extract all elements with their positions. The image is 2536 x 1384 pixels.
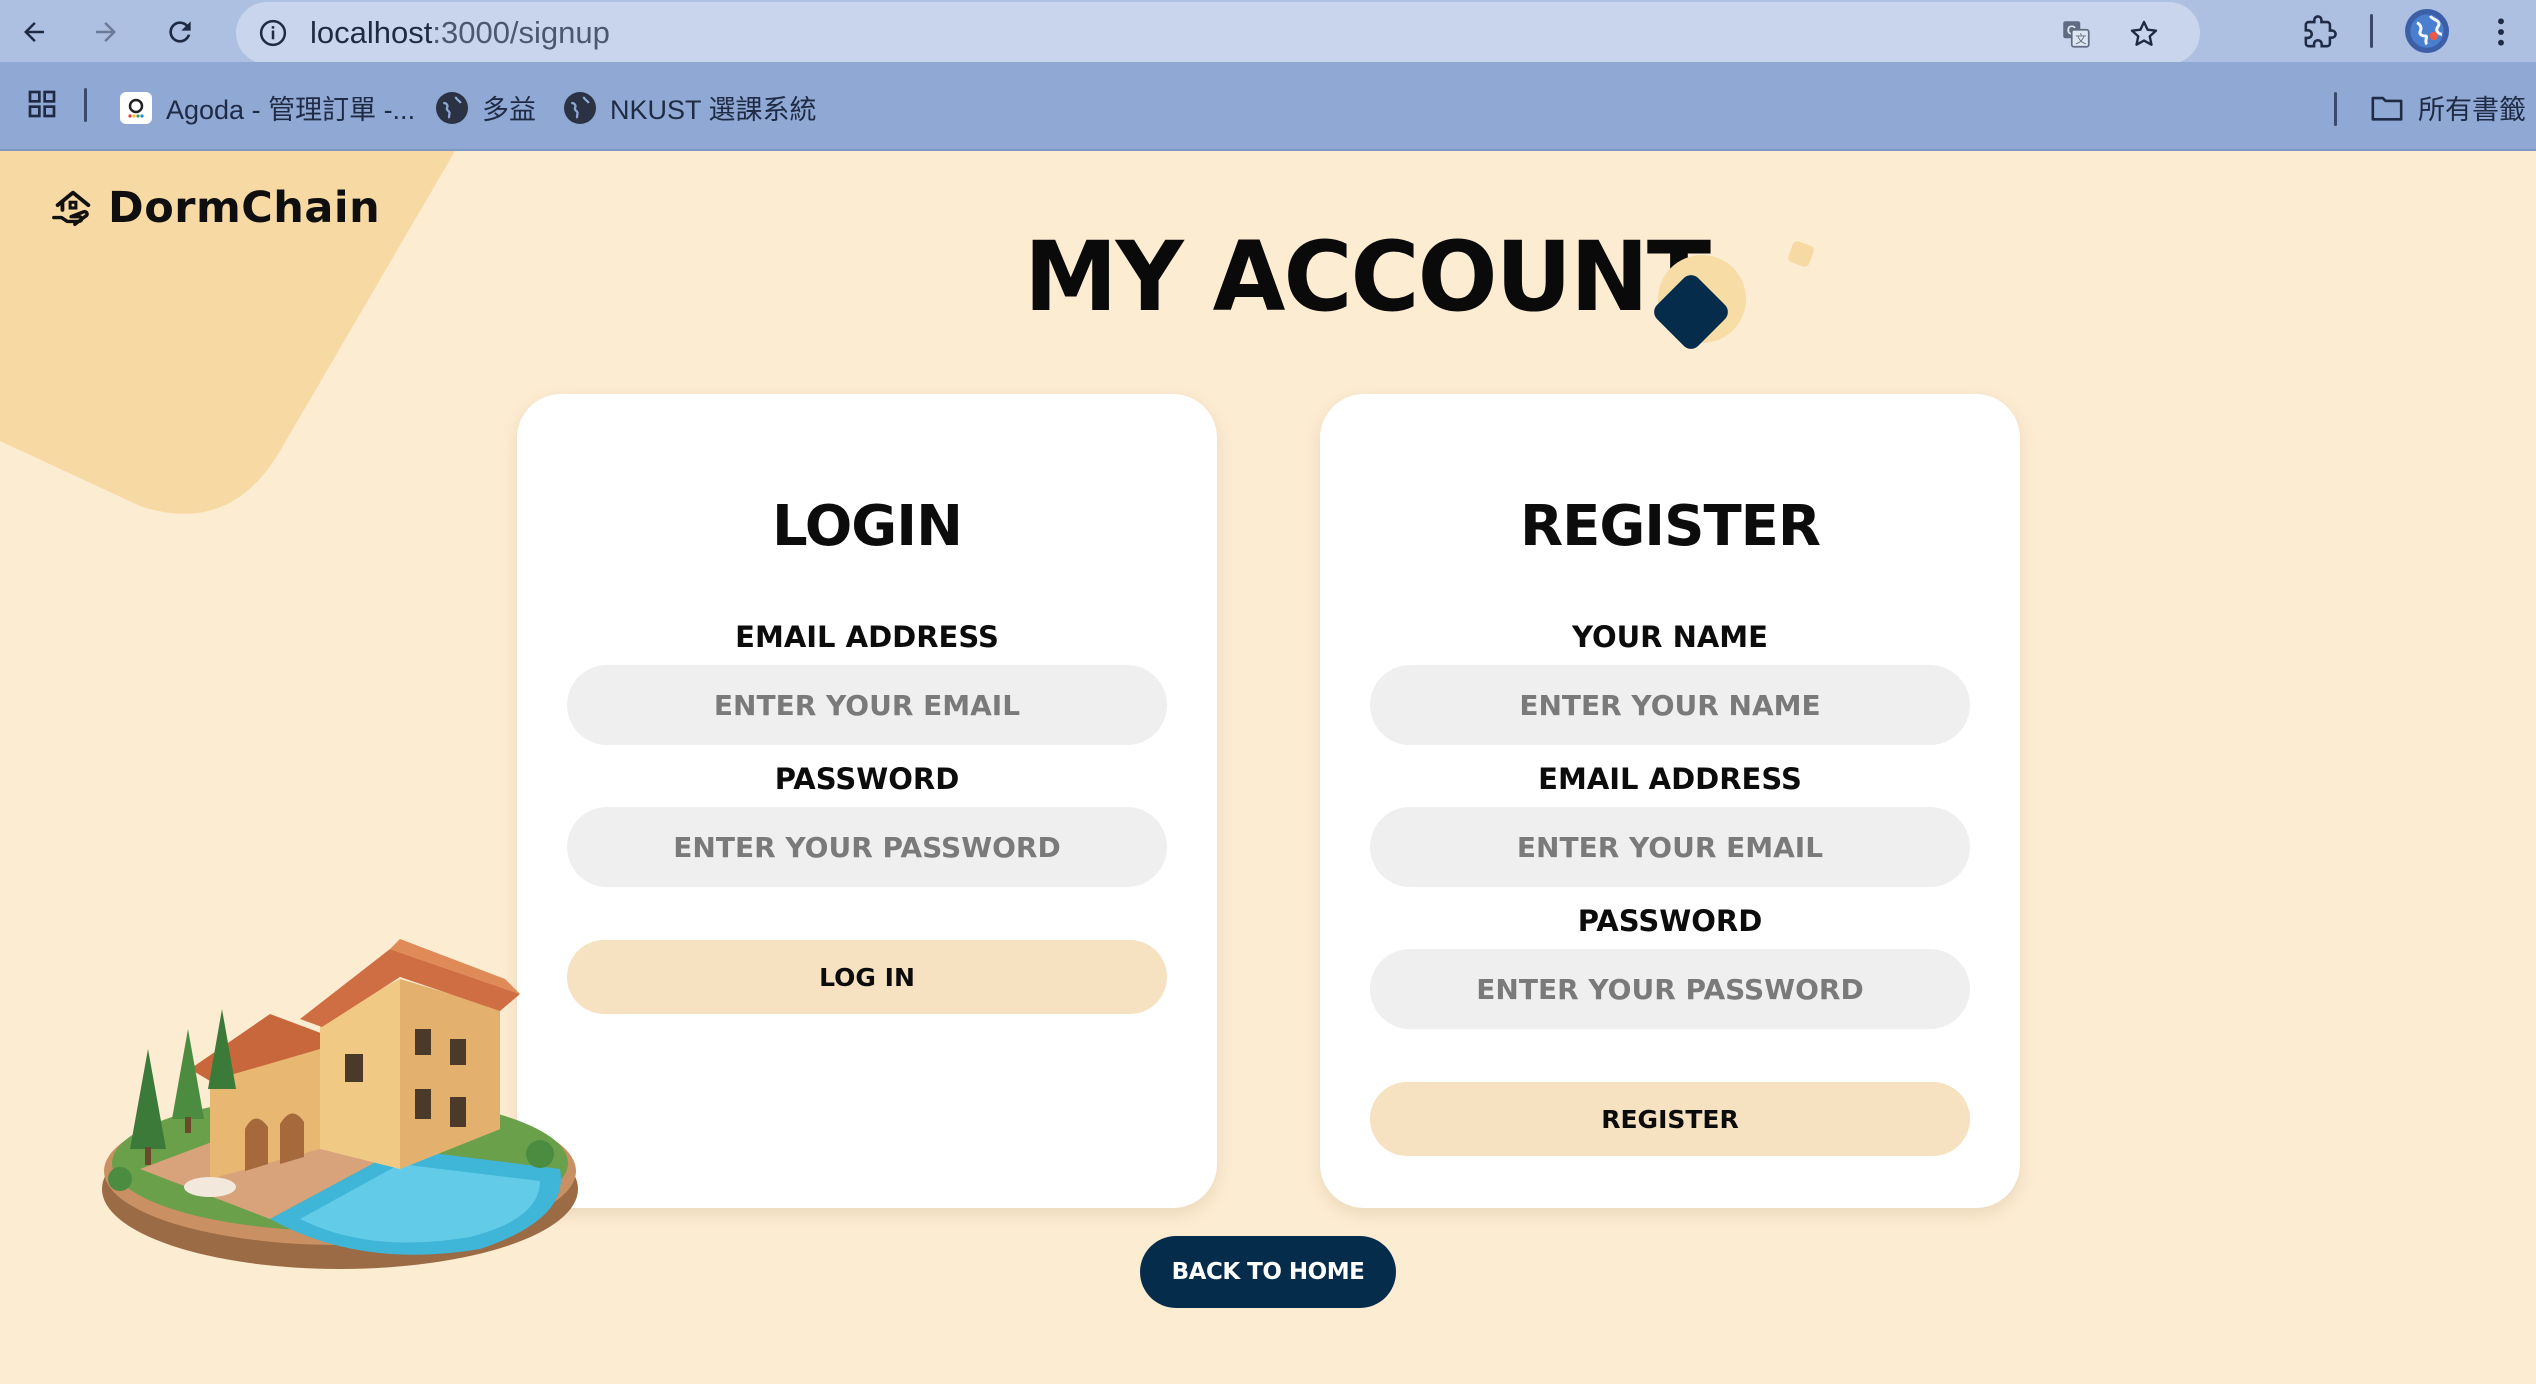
bookmark-agoda[interactable]: Agoda - 管理訂單 -... (120, 88, 415, 127)
register-password-input[interactable] (1370, 949, 1970, 1029)
register-name-label: YOUR NAME (1572, 620, 1768, 654)
register-title: REGISTER (1519, 494, 1821, 559)
menu-kebab-icon[interactable] (2486, 12, 2516, 52)
apps-grid-icon[interactable] (24, 86, 60, 122)
arrow-left-icon (24, 22, 44, 42)
url-path: :3000/signup (432, 15, 610, 50)
globe-icon (564, 91, 596, 124)
all-bookmarks-label: 所有書籤 (2418, 95, 2526, 125)
bookmark-label: Agoda - 管理訂單 -... (166, 95, 416, 125)
toolbar-divider (2370, 14, 2373, 48)
bookmarks-divider-right (2334, 92, 2337, 126)
back-button[interactable] (10, 8, 58, 56)
folder-icon (2370, 93, 2404, 123)
login-email-input[interactable] (567, 665, 1167, 745)
brand-name: DormChain (108, 183, 381, 233)
reload-icon (169, 21, 191, 43)
agoda-favicon-icon (120, 91, 152, 124)
globe-avatar-icon (2410, 14, 2444, 48)
register-name-input[interactable] (1370, 665, 1970, 745)
svg-text:文: 文 (2075, 32, 2086, 46)
login-password-label: PASSWORD (774, 762, 960, 796)
brand-logo[interactable]: DormChain (50, 183, 380, 233)
register-password-label: PASSWORD (1577, 904, 1763, 938)
bookmark-toeic[interactable]: 多益 (436, 88, 536, 127)
register-email-label: EMAIL ADDRESS (1538, 762, 1802, 796)
house-hand-icon (50, 185, 96, 231)
address-bar[interactable]: localhost:3000/signup G文 (236, 2, 2200, 64)
url-text: localhost:3000/signup (310, 15, 610, 51)
browser-toolbar: localhost:3000/signup G文 (0, 0, 2536, 64)
url-host: localhost (310, 15, 433, 50)
all-bookmarks-button[interactable]: 所有書籤 (2370, 88, 2526, 127)
register-email-input[interactable] (1370, 807, 1970, 887)
decorative-shapes (1654, 241, 1814, 349)
register-button[interactable]: REGISTER (1370, 1082, 1970, 1156)
login-title: LOGIN (772, 494, 963, 559)
bookmark-label: 多益 (482, 95, 536, 125)
login-card: LOGIN EMAIL ADDRESS PASSWORD LOG IN (517, 394, 1217, 1208)
register-card: REGISTER YOUR NAME EMAIL ADDRESS PASSWOR… (1320, 394, 2020, 1208)
bookmark-nkust[interactable]: NKUST 選課系統 (564, 88, 817, 127)
extensions-icon[interactable] (2300, 12, 2340, 52)
globe-icon (436, 91, 468, 124)
house-illustration (102, 939, 578, 1269)
login-password-input[interactable] (567, 807, 1167, 887)
translate-icon[interactable]: G文 (2058, 16, 2094, 52)
forward-button[interactable] (82, 8, 130, 56)
profile-avatar[interactable] (2405, 9, 2449, 53)
bookmark-label: NKUST 選課系統 (610, 95, 817, 125)
login-email-label: EMAIL ADDRESS (735, 620, 999, 654)
signup-page: DormChain MY ACCOUNT LOGIN EMAIL ADDRESS… (0, 151, 2536, 1384)
login-button[interactable]: LOG IN (567, 940, 1167, 1014)
bookmark-star-icon[interactable] (2126, 16, 2162, 52)
back-to-home-button[interactable]: BACK TO HOME (1140, 1236, 1396, 1308)
site-info-icon[interactable] (256, 16, 290, 50)
page-title: MY ACCOUNT (1024, 221, 1711, 333)
arrow-right-icon (96, 22, 116, 42)
bookmarks-divider (84, 88, 87, 122)
reload-button[interactable] (156, 8, 204, 56)
